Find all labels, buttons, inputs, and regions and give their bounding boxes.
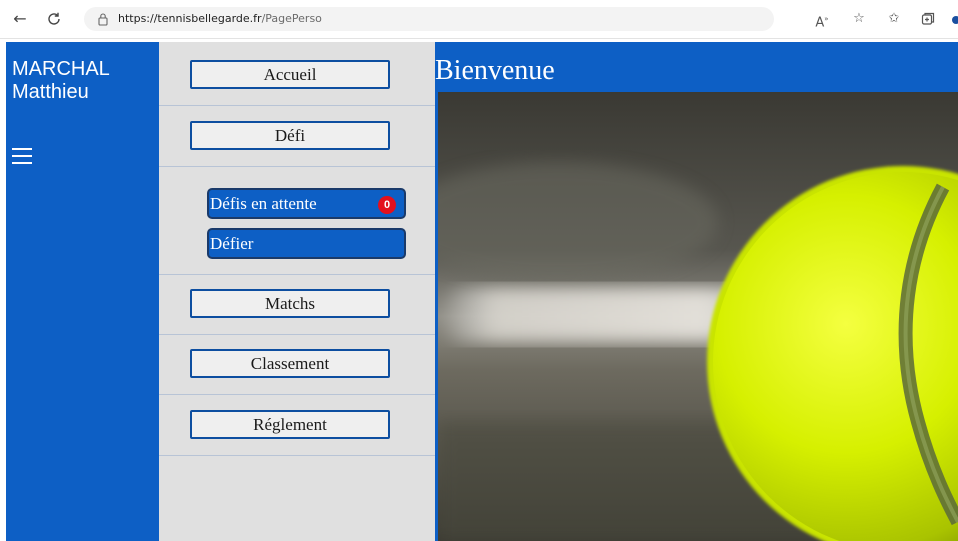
lock-icon[interactable] xyxy=(96,12,110,26)
user-name: MARCHAL Matthieu xyxy=(12,58,110,104)
user-panel: MARCHAL Matthieu xyxy=(6,42,159,541)
hamburger-icon[interactable] xyxy=(12,148,32,168)
pending-count-badge: 0 xyxy=(378,196,396,214)
menu-divider xyxy=(159,394,435,395)
menu-reglement-button[interactable]: Réglement xyxy=(190,410,390,439)
page-title: Bienvenue xyxy=(435,55,555,86)
user-first-name: Matthieu xyxy=(12,81,89,103)
defis-en-attente-label: Défis en attente xyxy=(210,194,317,213)
menu-accueil-button[interactable]: Accueil xyxy=(190,60,390,89)
menu-divider xyxy=(159,274,435,275)
favorite-add-icon[interactable]: ☆ xyxy=(849,9,869,29)
page: MARCHAL Matthieu Accueil Défi Défis en a… xyxy=(0,38,958,541)
menu-defi-button[interactable]: Défi xyxy=(190,121,390,150)
tennis-ball-image xyxy=(438,92,958,541)
refresh-icon[interactable] xyxy=(44,9,64,29)
defis-en-attente-button[interactable]: Défis en attente 0 xyxy=(207,188,406,219)
collections-icon[interactable] xyxy=(918,9,938,29)
defier-button[interactable]: Défier xyxy=(207,228,406,259)
back-arrow-icon[interactable]: ← xyxy=(10,9,30,29)
menu-divider xyxy=(159,105,435,106)
browser-toolbar: ← https://tennisbellegarde.fr/PagePerso … xyxy=(0,0,958,39)
url-path: /PagePerso xyxy=(261,12,322,25)
favorites-icon[interactable]: ✩ xyxy=(884,9,904,29)
read-aloud-icon[interactable]: A» xyxy=(812,9,832,30)
menu-matchs-button[interactable]: Matchs xyxy=(190,289,390,318)
address-bar[interactable]: https://tennisbellegarde.fr/PagePerso xyxy=(84,7,774,31)
menu-divider xyxy=(159,455,435,456)
user-last-name: MARCHAL xyxy=(12,58,110,80)
url-host: https://tennisbellegarde.fr xyxy=(118,12,262,25)
menu-panel: Accueil Défi Défis en attente 0 Défier M… xyxy=(159,42,435,541)
profile-dot[interactable] xyxy=(952,16,958,24)
menu-divider xyxy=(159,334,435,335)
main-content: Bienvenue xyxy=(435,42,958,541)
menu-divider xyxy=(159,166,435,167)
url-text[interactable]: https://tennisbellegarde.fr/PagePerso xyxy=(118,12,322,25)
menu-classement-button[interactable]: Classement xyxy=(190,349,390,378)
